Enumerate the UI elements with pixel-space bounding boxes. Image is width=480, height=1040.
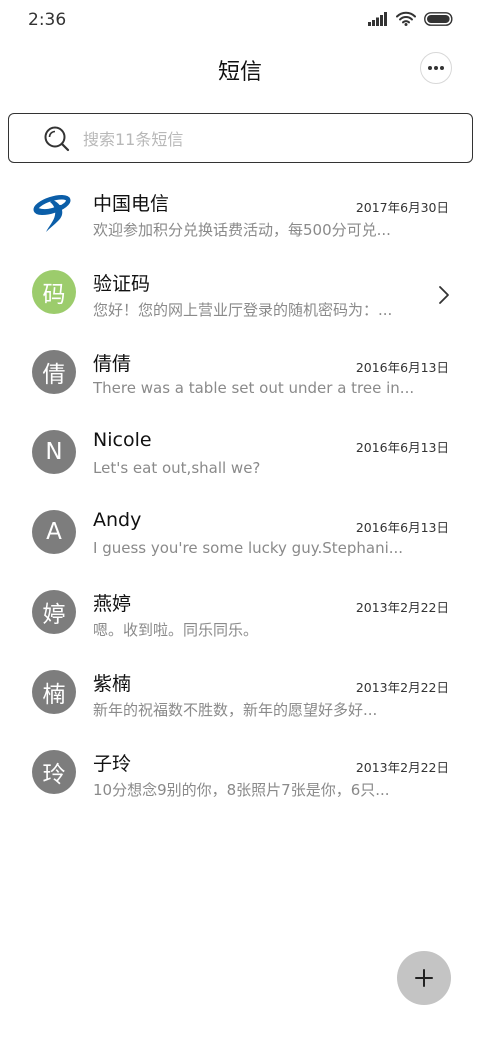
avatar: 倩 (32, 350, 76, 394)
avatar: 码 (32, 270, 76, 314)
list-item-andy[interactable]: A Andy I guess you're some lucky guy.Ste… (0, 495, 480, 575)
message-preview: 10分想念9别的你，8张照片7张是你，6只... (93, 781, 390, 799)
message-date: 2013年2月22日 (355, 680, 449, 695)
avatar: 玲 (32, 750, 76, 794)
avatar: 楠 (32, 670, 76, 714)
message-date: 2016年6月13日 (355, 520, 449, 535)
plus-icon (415, 969, 433, 987)
new-message-button[interactable] (397, 951, 451, 1005)
more-dots-icon (428, 66, 444, 70)
contact-name: 紫楠 (93, 673, 132, 695)
wifi-icon (396, 11, 416, 26)
avatar (32, 190, 76, 234)
battery-icon (424, 11, 453, 26)
message-date: 2013年2月22日 (355, 760, 449, 775)
message-preview: 您好！您的网上营业厅登录的随机密码为：... (93, 301, 393, 319)
avatar: N (32, 430, 76, 474)
message-preview: 欢迎参加积分兑换话费活动，每500分可兑... (93, 221, 391, 239)
contact-name: Nicole (93, 429, 152, 451)
message-date: 2013年2月22日 (355, 600, 449, 615)
status-icons (368, 11, 454, 26)
message-preview: There was a table set out under a tree i… (93, 379, 413, 397)
list-item-qianqian[interactable]: 倩 倩倩 There was a table set out under a t… (0, 335, 480, 415)
message-preview: 新年的祝福数不胜数，新年的愿望好多好... (93, 701, 378, 719)
search-icon (44, 126, 70, 152)
message-list: 中国电信 欢迎参加积分兑换话费活动，每500分可兑... 2017年6月30日 … (0, 175, 480, 815)
message-date: 2016年6月13日 (355, 440, 449, 455)
signal-icon (368, 11, 387, 26)
avatar: 婷 (32, 590, 76, 634)
message-date: 2016年6月13日 (355, 360, 449, 375)
message-preview: 嗯。收到啦。同乐同乐。 (93, 621, 259, 639)
list-item-china-telecom[interactable]: 中国电信 欢迎参加积分兑换话费活动，每500分可兑... 2017年6月30日 (0, 175, 480, 255)
page-title: 短信 (217, 60, 262, 85)
messages-screen: 2:36 短信 搜索11条短信 中国电信 欢迎参加积分兑换话费活动，每500分可… (0, 0, 480, 1040)
contact-name: 子玲 (93, 753, 132, 775)
list-item-nicole[interactable]: N Nicole Let's eat out,shall we? 2016年6月… (0, 415, 480, 495)
more-button[interactable] (420, 52, 452, 84)
search-input[interactable] (81, 122, 455, 156)
contact-name: 验证码 (93, 273, 151, 295)
china-telecom-logo-icon (33, 194, 71, 232)
avatar: A (32, 510, 76, 554)
contact-name: 燕婷 (93, 593, 132, 615)
status-bar: 2:36 (0, 0, 480, 42)
list-item-ziling[interactable]: 玲 子玲 10分想念9别的你，8张照片7张是你，6只... 2013年2月22日 (0, 735, 480, 815)
list-item-zinan[interactable]: 楠 紫楠 新年的祝福数不胜数，新年的愿望好多好... 2013年2月22日 (0, 655, 480, 735)
contact-name: 倩倩 (93, 353, 132, 375)
message-preview: Let's eat out,shall we? (93, 459, 261, 477)
list-item-yanting[interactable]: 婷 燕婷 嗯。收到啦。同乐同乐。 2013年2月22日 (0, 575, 480, 655)
search-box[interactable] (8, 113, 473, 163)
message-date: 2017年6月30日 (355, 200, 449, 215)
message-preview: I guess you're some lucky guy.Stephani..… (93, 539, 404, 557)
status-time: 2:36 (28, 10, 67, 30)
header: 短信 (0, 42, 480, 96)
list-item-verification-code[interactable]: 码 验证码 您好！您的网上营业厅登录的随机密码为：... (0, 255, 480, 335)
chevron-right-icon[interactable] (438, 285, 450, 305)
contact-name: Andy (93, 509, 142, 531)
contact-name: 中国电信 (93, 193, 170, 215)
